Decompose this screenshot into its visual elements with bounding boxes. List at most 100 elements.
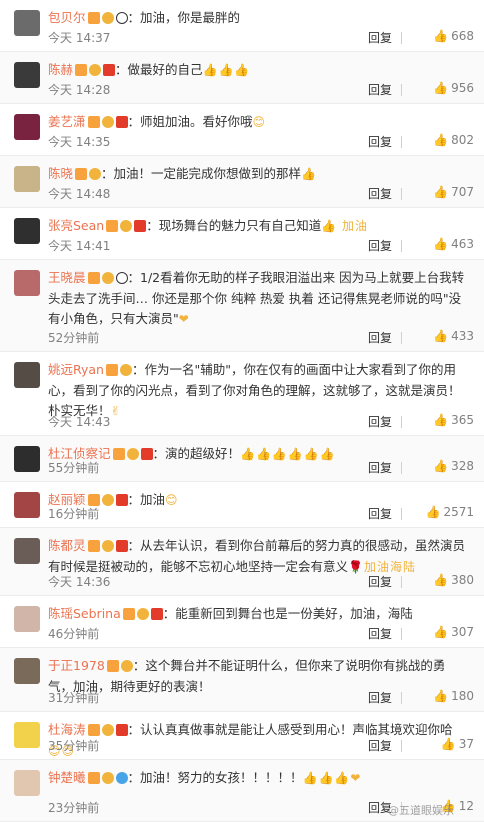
username-link[interactable]: 于正1978 xyxy=(48,658,105,673)
avatar[interactable] xyxy=(14,770,40,796)
reply-button[interactable]: 回复 xyxy=(368,505,392,522)
username-link[interactable]: 陈赫 xyxy=(48,62,73,77)
username-link[interactable]: 钟楚曦 xyxy=(48,770,86,785)
crown-badge-icon xyxy=(101,271,114,284)
avatar[interactable] xyxy=(14,722,40,748)
user-badges xyxy=(104,217,147,237)
username-link[interactable]: 姜艺潇 xyxy=(48,114,86,129)
crown-badge-icon xyxy=(126,447,139,460)
comment-meta: 今天 14:48 回复 👍 707 xyxy=(48,185,474,203)
reply-button[interactable]: 回复 xyxy=(368,29,392,46)
flag-badge-icon xyxy=(115,115,128,128)
comment-item: 王晓晨 ：1/2看着你无助的样子我眼泪溢出来 因为马上就要上台我转头走去了洗手间…… xyxy=(0,260,484,352)
like-button[interactable]: 👍 365 xyxy=(433,413,474,427)
username-link[interactable]: 杜海涛 xyxy=(48,722,86,737)
reply-button[interactable]: 回复 xyxy=(368,237,392,254)
comment-meta: 今天 14:36 回复 👍 380 xyxy=(48,573,474,591)
like-button[interactable]: 👍 380 xyxy=(433,573,474,587)
flag-badge-icon xyxy=(115,539,128,552)
v-badge-icon xyxy=(106,659,119,672)
flag-badge-icon xyxy=(115,493,128,506)
avatar[interactable] xyxy=(14,492,40,518)
avatar[interactable] xyxy=(14,362,40,388)
thumb-up-icon: 👍 xyxy=(433,413,449,427)
comment-list: 包贝尔 ：加油，你是最胖的 今天 14:37 回复 👍 668 陈赫 ：做最好的自己👍👍👍 今天… xyxy=(0,0,484,822)
username-link[interactable]: 陈晓 xyxy=(48,166,73,181)
divider xyxy=(401,416,402,428)
timestamp: 35分钟前 xyxy=(48,739,100,753)
comment-item: 陈赫 ：做最好的自己👍👍👍 今天 14:28 回复 👍 956 xyxy=(0,52,484,104)
divider xyxy=(401,692,402,704)
like-button[interactable]: 👍 463 xyxy=(433,237,474,251)
like-button[interactable]: 👍 433 xyxy=(433,329,474,343)
like-count: 2571 xyxy=(443,505,474,519)
avatar[interactable] xyxy=(14,218,40,244)
like-count: 307 xyxy=(451,625,474,639)
reply-button[interactable]: 回复 xyxy=(368,573,392,590)
username-link[interactable]: 张亮Sean xyxy=(48,218,104,233)
like-button[interactable]: 👍 328 xyxy=(433,459,474,473)
avatar[interactable] xyxy=(14,446,40,472)
v-badge-icon xyxy=(87,115,100,128)
like-button[interactable]: 👍 37 xyxy=(441,737,474,751)
timestamp: 55分钟前 xyxy=(48,461,100,475)
like-button[interactable]: 👍 2571 xyxy=(426,505,475,519)
reply-button[interactable]: 回复 xyxy=(368,737,392,754)
timestamp: 今天 14:43 xyxy=(48,415,111,429)
divider xyxy=(401,188,402,200)
avatar[interactable] xyxy=(14,114,40,140)
username-link[interactable]: 姚远Ryan xyxy=(48,362,104,377)
comment-text: ：现场舞台的魅力只有自己知道 xyxy=(146,218,322,233)
crown-badge-icon xyxy=(101,539,114,552)
comment-text-line: 姚远Ryan ：作为一名"辅助"，你在仅有的画面中让大家看到了你的用心，看到了你的… xyxy=(48,360,466,421)
reply-button[interactable]: 回复 xyxy=(368,689,392,706)
comment-meta: 52分钟前 回复 👍 433 xyxy=(48,329,474,347)
like-button[interactable]: 👍 668 xyxy=(433,29,474,43)
comment-text-line: 包贝尔 ：加油，你是最胖的 xyxy=(48,8,466,29)
avatar[interactable] xyxy=(14,166,40,192)
avatar[interactable] xyxy=(14,606,40,632)
divider xyxy=(401,628,402,640)
crown-badge-icon xyxy=(120,659,133,672)
username-link[interactable]: 包贝尔 xyxy=(48,10,86,25)
comment-text: ：加油！努力的女孩！！！！！ xyxy=(127,770,303,785)
like-button[interactable]: 👍 802 xyxy=(433,133,474,147)
comment-text-line: 姜艺潇 ：师姐加油。看好你哦😊 xyxy=(48,112,466,133)
avatar[interactable] xyxy=(14,538,40,564)
user-badges xyxy=(86,769,128,789)
like-button[interactable]: 👍 180 xyxy=(433,689,474,703)
reply-button[interactable]: 回复 xyxy=(368,459,392,476)
rainbow-badge-icon xyxy=(115,771,128,784)
comment-text-line: 陈瑶Sebrina ：能重新回到舞台也是一份美好，加油，海陆 xyxy=(48,604,466,625)
v-badge-icon xyxy=(75,167,88,180)
reply-button[interactable]: 回复 xyxy=(368,625,392,642)
user-badges xyxy=(73,61,116,81)
crown-badge-icon xyxy=(101,115,114,128)
comment-text-line: 陈晓 ：加油！一定能完成你想做到的那样👍 xyxy=(48,164,466,185)
avatar[interactable] xyxy=(14,10,40,36)
reply-button[interactable]: 回复 xyxy=(368,133,392,150)
like-button[interactable]: 👍 956 xyxy=(433,81,474,95)
thumb-up-icon: 👍 xyxy=(433,133,449,147)
flag-badge-icon xyxy=(134,219,147,232)
reply-button[interactable]: 回复 xyxy=(368,413,392,430)
avatar[interactable] xyxy=(14,270,40,296)
like-button[interactable]: 👍 307 xyxy=(433,625,474,639)
reply-button[interactable]: 回复 xyxy=(368,329,392,346)
username-link[interactable]: 陈瑶Sebrina xyxy=(48,606,121,621)
like-button[interactable]: 👍 707 xyxy=(433,185,474,199)
comment-item: 杜江侦察记 ：演的超级好！👍👍👍👍👍👍 55分钟前 回复 👍 328 xyxy=(0,436,484,482)
comment-meta: 今天 14:41 回复 👍 463 xyxy=(48,237,474,255)
like-count: 380 xyxy=(451,573,474,587)
username-link[interactable]: 陈都灵 xyxy=(48,538,86,553)
username-link[interactable]: 王晓晨 xyxy=(48,270,86,285)
timestamp: 31分钟前 xyxy=(48,691,100,705)
avatar[interactable] xyxy=(14,658,40,684)
reply-button[interactable]: 回复 xyxy=(368,185,392,202)
crown-badge-icon xyxy=(101,771,114,784)
reply-button[interactable]: 回复 xyxy=(368,81,392,98)
v-badge-icon xyxy=(105,363,118,376)
avatar[interactable] xyxy=(14,62,40,88)
thumb-up-icon: 👍 xyxy=(433,625,449,639)
timestamp: 16分钟前 xyxy=(48,507,100,521)
